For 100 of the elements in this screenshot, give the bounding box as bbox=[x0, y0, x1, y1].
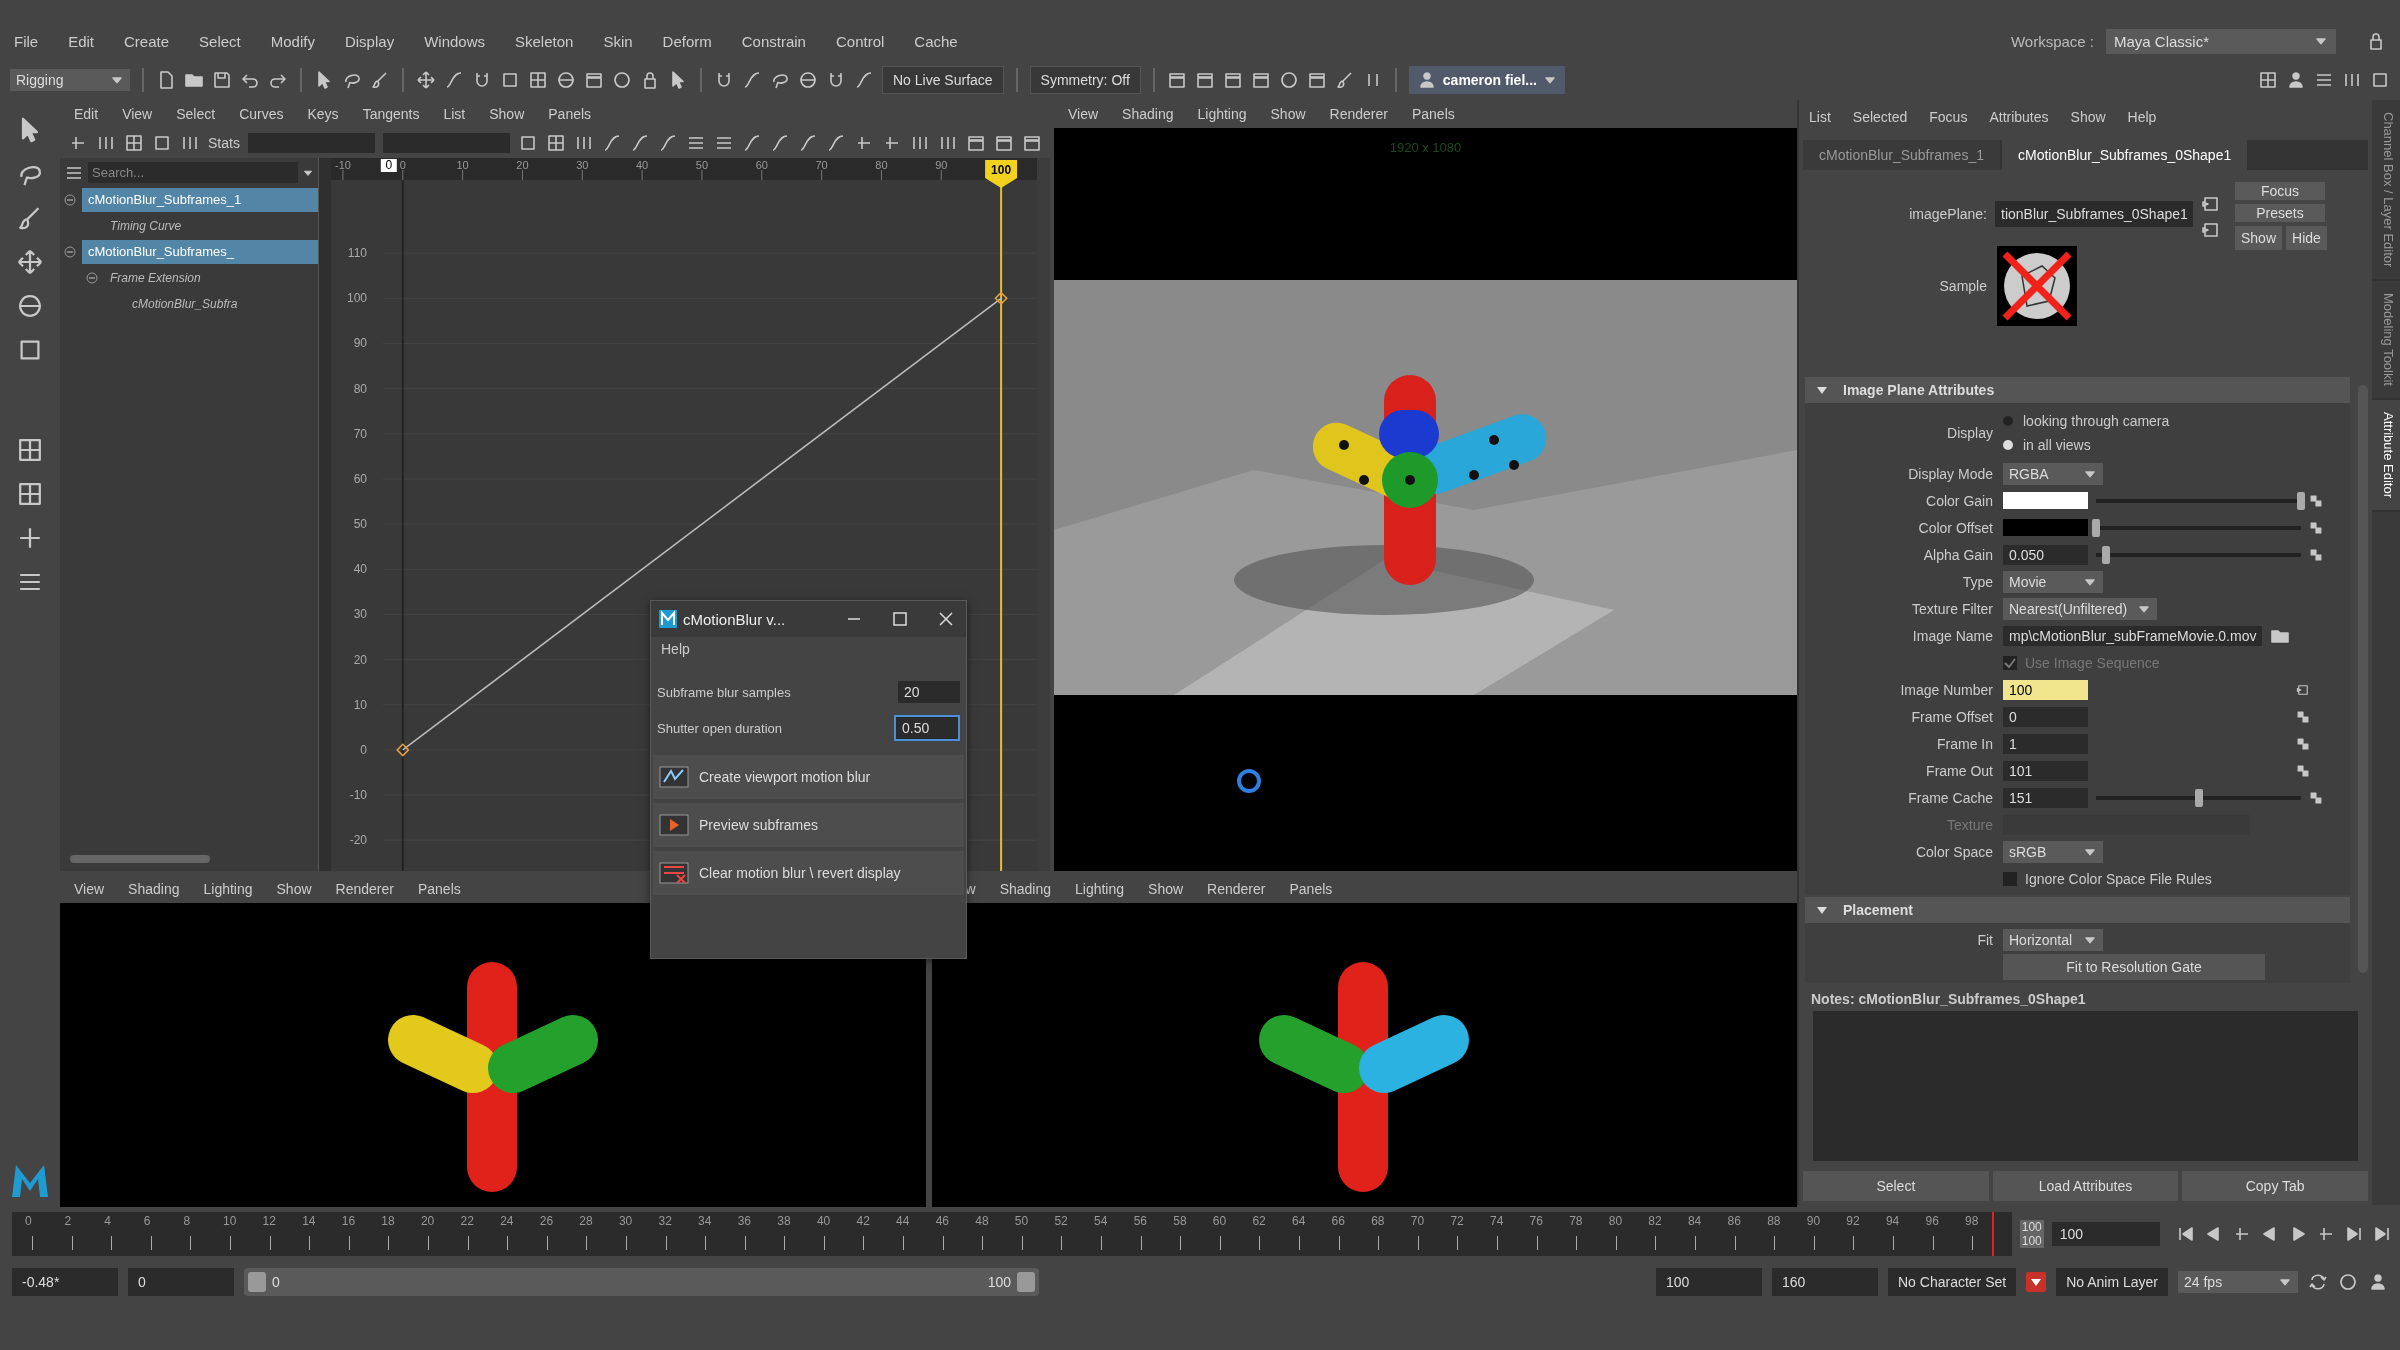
menu-item[interactable]: Tangents bbox=[362, 106, 420, 122]
dropdown[interactable]: Horizontal bbox=[2003, 928, 2103, 951]
checker-icon[interactable] bbox=[2296, 709, 2310, 724]
playhead[interactable] bbox=[1991, 1211, 1994, 1256]
slider-thumb[interactable] bbox=[2102, 545, 2111, 564]
number-field[interactable]: 1 bbox=[2003, 733, 2088, 754]
checker-icon[interactable] bbox=[2309, 547, 2323, 562]
search-field[interactable]: Search... bbox=[88, 162, 298, 183]
animation-start-field[interactable]: 0 bbox=[128, 1268, 234, 1296]
slider-thumb[interactable] bbox=[2194, 788, 2203, 807]
menu-item[interactable]: Windows bbox=[424, 32, 485, 50]
presets-button[interactable]: Presets bbox=[2235, 204, 2325, 222]
number-field[interactable]: 101 bbox=[2003, 760, 2088, 781]
slider-thumb[interactable] bbox=[2092, 518, 2100, 537]
square-icon[interactable] bbox=[518, 133, 538, 153]
dropdown[interactable]: Nearest(Unfiltered) bbox=[2003, 597, 2158, 620]
menu-item[interactable]: Focus bbox=[1929, 109, 1968, 125]
current-time-marker[interactable] bbox=[985, 160, 1018, 188]
fps-dropdown[interactable]: 24 fps bbox=[2178, 1271, 2298, 1293]
character-set-field[interactable]: No Character Set bbox=[1888, 1268, 2017, 1296]
checkbox[interactable]: Ignore Color Space File Rules bbox=[2003, 870, 2212, 887]
section-header[interactable]: Placement bbox=[1805, 897, 2350, 923]
action-button[interactable]: Create viewport motion blur bbox=[653, 755, 964, 799]
tree-item[interactable]: cMotionBlur_Subfra bbox=[126, 292, 318, 316]
menu-item[interactable]: Create bbox=[124, 32, 170, 50]
number-field[interactable]: 100 bbox=[2003, 679, 2088, 700]
brush-icon[interactable] bbox=[1334, 70, 1355, 90]
editor-button[interactable]: Load Attributes bbox=[1992, 1171, 2179, 1201]
playback-end-field[interactable]: 100 bbox=[1656, 1268, 1762, 1296]
keyframe[interactable] bbox=[994, 291, 1008, 306]
loop-icon[interactable] bbox=[2308, 1272, 2328, 1292]
menu-item[interactable]: Deform bbox=[662, 32, 712, 50]
action-button[interactable]: Preview subframes bbox=[653, 803, 964, 847]
input-connection-icon[interactable] bbox=[2201, 194, 2221, 214]
menu-item[interactable]: Lighting bbox=[1075, 881, 1125, 897]
current-frame-field[interactable]: 100 bbox=[2051, 1221, 2160, 1246]
number-field[interactable]: 20 bbox=[898, 681, 960, 703]
menu-item[interactable]: View bbox=[74, 881, 105, 897]
curve-icon[interactable] bbox=[602, 133, 622, 153]
grid-icon[interactable] bbox=[2258, 70, 2278, 90]
menu-item[interactable]: Panels bbox=[1411, 106, 1455, 122]
checker-icon[interactable] bbox=[2296, 736, 2310, 751]
editor-button[interactable]: Select bbox=[1803, 1171, 1989, 1201]
circle-icon[interactable] bbox=[612, 70, 632, 90]
menu-item[interactable]: Show bbox=[489, 106, 525, 122]
menu-item[interactable]: Show bbox=[276, 881, 312, 897]
collapse-icon[interactable] bbox=[64, 246, 76, 258]
number-field[interactable]: 0.050 bbox=[2003, 544, 2088, 565]
show-button[interactable]: Show bbox=[2235, 226, 2283, 250]
menu-item[interactable]: Cache bbox=[914, 32, 958, 50]
fit-button[interactable]: Fit to Resolution Gate bbox=[2003, 953, 2265, 980]
user-icon[interactable] bbox=[2286, 70, 2306, 90]
focus-button[interactable]: Focus bbox=[2235, 182, 2325, 200]
tree-item[interactable]: cMotionBlur_Subframes_ bbox=[82, 240, 318, 264]
menu-item[interactable]: Lighting bbox=[1197, 106, 1247, 122]
grid-icon[interactable] bbox=[16, 480, 44, 508]
square-icon[interactable] bbox=[152, 133, 172, 153]
side-tab[interactable]: Attribute Editor bbox=[2372, 400, 2400, 513]
curve-icon[interactable] bbox=[798, 133, 818, 153]
menu-item[interactable]: Control bbox=[835, 32, 885, 50]
radio-option[interactable]: in all views bbox=[2003, 437, 2170, 453]
menu-item[interactable]: Curves bbox=[239, 106, 284, 122]
number-field[interactable]: 0 bbox=[2003, 706, 2088, 727]
grid-icon[interactable] bbox=[124, 133, 144, 153]
radio-option[interactable]: looking through camera bbox=[2003, 413, 2170, 429]
frame-ruler[interactable] bbox=[331, 158, 1037, 180]
menu-item[interactable]: Lighting bbox=[203, 881, 253, 897]
menu-item[interactable]: Renderer bbox=[335, 881, 394, 897]
menu-item[interactable]: Edit bbox=[74, 106, 99, 122]
menu-item[interactable]: View bbox=[122, 106, 153, 122]
menu-item[interactable]: Show bbox=[1148, 881, 1184, 897]
color-swatch[interactable] bbox=[2003, 492, 2088, 509]
menu-item[interactable]: Help bbox=[2127, 109, 2157, 125]
menu-item[interactable]: Show bbox=[2070, 109, 2106, 125]
circle-icon[interactable] bbox=[1278, 70, 1299, 90]
menu-item[interactable]: Shading bbox=[999, 881, 1051, 897]
menu-item[interactable]: Panels bbox=[548, 106, 592, 122]
dropdown[interactable]: sRGB bbox=[2003, 840, 2103, 863]
anim-layer-icon[interactable] bbox=[2026, 1272, 2047, 1292]
menu-set-dropdown[interactable]: Rigging bbox=[10, 69, 130, 91]
start-time-field[interactable]: -0.48* bbox=[12, 1268, 118, 1296]
grid-icon[interactable] bbox=[16, 436, 44, 464]
time-slider[interactable]: 0 2 4 6 8 10 12 14 16 18 20 22 24 26 28 30 32 34 36 38 40 42 44 46 48 50 52 54 56 58 60 62 64 66 68 70 72 74 76 78 80 82 84 86 88 90 92 94 96 98 bbox=[12, 1211, 2012, 1256]
number-field[interactable]: 0.50 bbox=[894, 715, 960, 741]
menu-item[interactable]: Skeleton bbox=[515, 32, 574, 50]
checker-icon[interactable] bbox=[2309, 493, 2323, 508]
collapse-icon[interactable] bbox=[64, 194, 76, 206]
tree-item[interactable]: cMotionBlur_Subframes_1 bbox=[82, 188, 318, 212]
menu-item[interactable]: Skin bbox=[603, 32, 633, 50]
menu-item[interactable]: View bbox=[1068, 106, 1099, 122]
record-icon[interactable] bbox=[2338, 1272, 2358, 1292]
side-tab[interactable]: Channel Box / Layer Editor bbox=[2372, 100, 2400, 282]
menu-item[interactable]: Panels bbox=[417, 881, 461, 897]
curve-icon[interactable] bbox=[742, 70, 762, 90]
menu-item[interactable]: Renderer bbox=[1329, 106, 1388, 122]
horizontal-scrollbar[interactable] bbox=[70, 855, 210, 863]
node-tab[interactable]: cMotionBlur_Subframes_1 bbox=[1803, 140, 2000, 170]
menu-item[interactable]: Edit bbox=[68, 32, 95, 50]
tree-item[interactable]: Frame Extension bbox=[104, 266, 318, 290]
menu-item[interactable]: Select bbox=[176, 106, 216, 122]
